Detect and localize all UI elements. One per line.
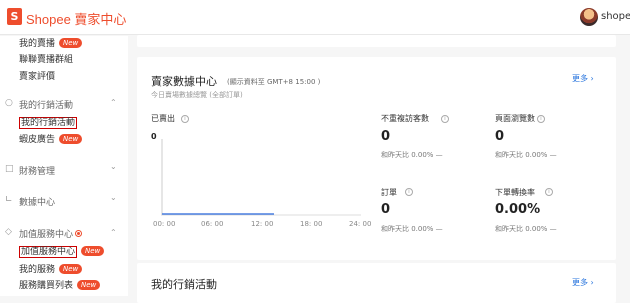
chevron-up-icon[interactable]: ⌃ — [110, 98, 117, 107]
sidebar-item-shopee-ads[interactable]: 蝦皮廣告 New — [19, 132, 83, 145]
sidebar-section-data[interactable]: 數據中心 — [19, 195, 55, 208]
more-label: 更多 — [572, 74, 588, 83]
sidebar-item-seller-rating[interactable]: 賣家評價 — [19, 69, 55, 82]
metric-value: 0 — [495, 129, 505, 144]
sidebar-item-my-livestream[interactable]: 我的賣播 New — [19, 36, 83, 49]
sidebar-item-my-marketing[interactable]: 我的行銷活動 — [19, 115, 78, 129]
metric-compare: 和昨天比 0.00% — — [381, 151, 443, 159]
sidebar-item-label: 我的服務 — [19, 265, 56, 275]
info-icon[interactable]: i — [441, 115, 449, 123]
metric-compare: 和昨天比 0.00% — — [495, 151, 557, 159]
data-center-title: 賣家數據中心 — [151, 75, 217, 88]
x-tick-label: 06: 00 — [201, 220, 224, 228]
metric-compare: 和昨天比 0.00% — — [381, 225, 443, 233]
chevron-down-icon[interactable]: ⌄ — [110, 193, 117, 202]
sales-value: 0 — [151, 132, 157, 141]
chevron-right-icon: › — [590, 278, 594, 287]
sidebar-item-label: 加值服務中心 — [19, 246, 78, 258]
sidebar-item-service-purchase-list[interactable]: 服務購買列表 New — [19, 278, 101, 291]
chart-icon: ∟ — [5, 195, 13, 205]
sidebar-item-label: 聯聯賣播群組 — [19, 55, 74, 65]
tag-icon: ○ — [5, 98, 13, 108]
chevron-down-icon[interactable]: ⌄ — [110, 162, 117, 171]
more-link[interactable]: 更多 › — [572, 277, 594, 288]
more-label: 更多 — [572, 278, 588, 287]
sales-label: 已賣出 — [151, 114, 175, 123]
avatar[interactable] — [580, 8, 598, 26]
metric-compare: 和昨天比 0.00% — — [495, 225, 557, 233]
sidebar-item-label: 賣家評價 — [19, 72, 56, 82]
sidebar-item-label: 服務購買列表 — [19, 281, 74, 291]
chevron-right-icon: › — [590, 74, 594, 83]
data-center-desc: 今日賣場數據總覽 (全部訂單) — [151, 91, 243, 99]
new-badge: New — [77, 280, 101, 290]
username[interactable]: shopee — [601, 11, 630, 22]
x-tick-label: 12: 00 — [251, 220, 274, 228]
sidebar-item-label: 蝦皮廣告 — [19, 135, 56, 145]
metric-label: 下單轉換率 — [495, 188, 535, 197]
info-icon[interactable]: i — [405, 188, 413, 196]
top-header: S Shopee 賣家中心 shopee — [0, 0, 630, 35]
sidebar-item-label: 我的行銷活動 — [19, 117, 78, 129]
metric-label: 訂單 — [381, 188, 397, 197]
sales-chart — [161, 139, 361, 216]
marketing-card: 我的行銷活動 更多 › — [137, 263, 616, 303]
info-icon[interactable]: i — [545, 188, 553, 196]
new-badge: New — [81, 246, 105, 256]
diamond-icon: ◇ — [5, 227, 12, 237]
metric-value: 0.00% — [495, 202, 541, 217]
new-badge: New — [59, 264, 83, 274]
x-tick-label: 00: 00 — [153, 220, 176, 228]
sidebar-section-value-added[interactable]: 加值服務中心 — [19, 227, 83, 240]
data-center-subtitle: (顯示資料至 GMT+8 15:00 ) — [227, 78, 321, 86]
sidebar-item-my-services[interactable]: 我的服務 New — [19, 262, 83, 275]
sidebar: 我的賣播 New 聯聯賣播群組 賣家評價 ○ 我的行銷活動 ⌃ 我的行銷活動 蝦皮… — [0, 36, 128, 296]
info-icon[interactable]: i — [537, 115, 545, 123]
more-link[interactable]: 更多 › — [572, 73, 594, 84]
sidebar-item-label: 我的賣播 — [19, 39, 56, 49]
info-icon[interactable]: i — [181, 115, 189, 123]
metric-label: 頁面瀏覽數 — [495, 114, 535, 123]
data-center-card: 賣家數據中心 (顯示資料至 GMT+8 15:00 ) 今日賣場數據總覽 (全部… — [137, 57, 616, 260]
marketing-card-title: 我的行銷活動 — [151, 278, 217, 291]
metric-value: 0 — [381, 202, 391, 217]
sidebar-section-label: 加值服務中心 — [19, 230, 74, 240]
sidebar-item-value-added-center[interactable]: 加值服務中心 New — [19, 244, 105, 258]
new-badge: New — [59, 134, 83, 144]
metric-label: 不重複訪客數 — [381, 114, 429, 123]
chevron-up-icon[interactable]: ⌃ — [110, 228, 117, 237]
wallet-icon: □ — [5, 164, 14, 174]
shopee-logo-icon[interactable]: S — [7, 8, 22, 25]
sidebar-item-livestream-group[interactable]: 聯聯賣播群組 — [19, 52, 73, 65]
sidebar-section-marketing[interactable]: 我的行銷活動 — [19, 98, 73, 111]
new-badge: New — [59, 38, 83, 48]
x-tick-label: 24: 00 — [349, 220, 372, 228]
x-tick-label: 18: 00 — [300, 220, 323, 228]
previous-card — [137, 35, 616, 47]
metric-value: 0 — [381, 129, 391, 144]
app-title[interactable]: Shopee 賣家中心 — [26, 9, 126, 28]
sidebar-section-finance[interactable]: 財務管理 — [19, 164, 55, 177]
notification-dot-icon — [75, 230, 83, 237]
